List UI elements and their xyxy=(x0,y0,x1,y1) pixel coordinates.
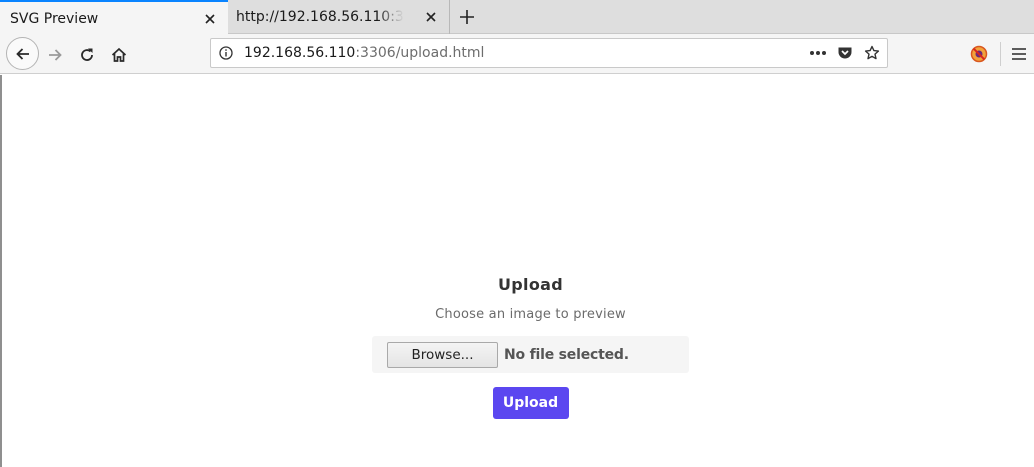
home-button[interactable] xyxy=(104,40,134,70)
blocked-addon-icon[interactable] xyxy=(965,40,993,68)
navigation-toolbar: 192.168.56.110:3306/upload.html xyxy=(0,34,1034,74)
pocket-icon[interactable] xyxy=(832,41,858,65)
page-content: Upload Choose an image to preview Browse… xyxy=(0,75,1034,467)
url-bar[interactable]: 192.168.56.110:3306/upload.html xyxy=(210,38,888,68)
tab-upload-url[interactable]: http://192.168.56.110:3306/upload.html xyxy=(228,0,450,34)
hamburger-menu-icon[interactable] xyxy=(1005,40,1033,68)
url-text[interactable]: 192.168.56.110:3306/upload.html xyxy=(241,45,484,61)
tab-title: SVG Preview xyxy=(10,10,99,27)
page-subtitle: Choose an image to preview xyxy=(435,307,626,322)
reload-icon xyxy=(81,48,93,61)
reload-button[interactable] xyxy=(72,40,102,70)
upload-card: Upload Choose an image to preview Browse… xyxy=(372,275,689,419)
browse-button[interactable]: Browse... xyxy=(387,341,498,368)
star-icon[interactable] xyxy=(859,41,885,65)
more-dots-icon[interactable] xyxy=(805,41,831,65)
file-status-text: No file selected. xyxy=(504,346,629,363)
forward-button[interactable] xyxy=(40,40,70,70)
home-icon xyxy=(111,47,127,62)
file-input[interactable]: Browse... No file selected. xyxy=(372,336,689,373)
tab-strip: SVG Preview http://192.168.56.110:3306/u… xyxy=(0,0,1034,35)
arrow-left-icon xyxy=(15,47,29,60)
info-icon[interactable] xyxy=(211,39,241,67)
url-path: :3306/upload.html xyxy=(355,45,485,61)
arrow-right-icon xyxy=(49,49,62,61)
plus-icon[interactable] xyxy=(455,5,479,29)
back-button[interactable] xyxy=(6,37,39,70)
tab-title: http://192.168.56.110:3306/upload.html xyxy=(236,9,419,25)
upload-button[interactable]: Upload xyxy=(492,387,569,419)
toolbar-divider xyxy=(1000,42,1001,66)
close-icon[interactable] xyxy=(419,5,443,29)
page-title: Upload xyxy=(498,275,563,294)
tab-svg-preview[interactable]: SVG Preview xyxy=(0,0,228,35)
url-host: 192.168.56.110 xyxy=(244,45,356,61)
close-icon[interactable] xyxy=(198,7,222,31)
